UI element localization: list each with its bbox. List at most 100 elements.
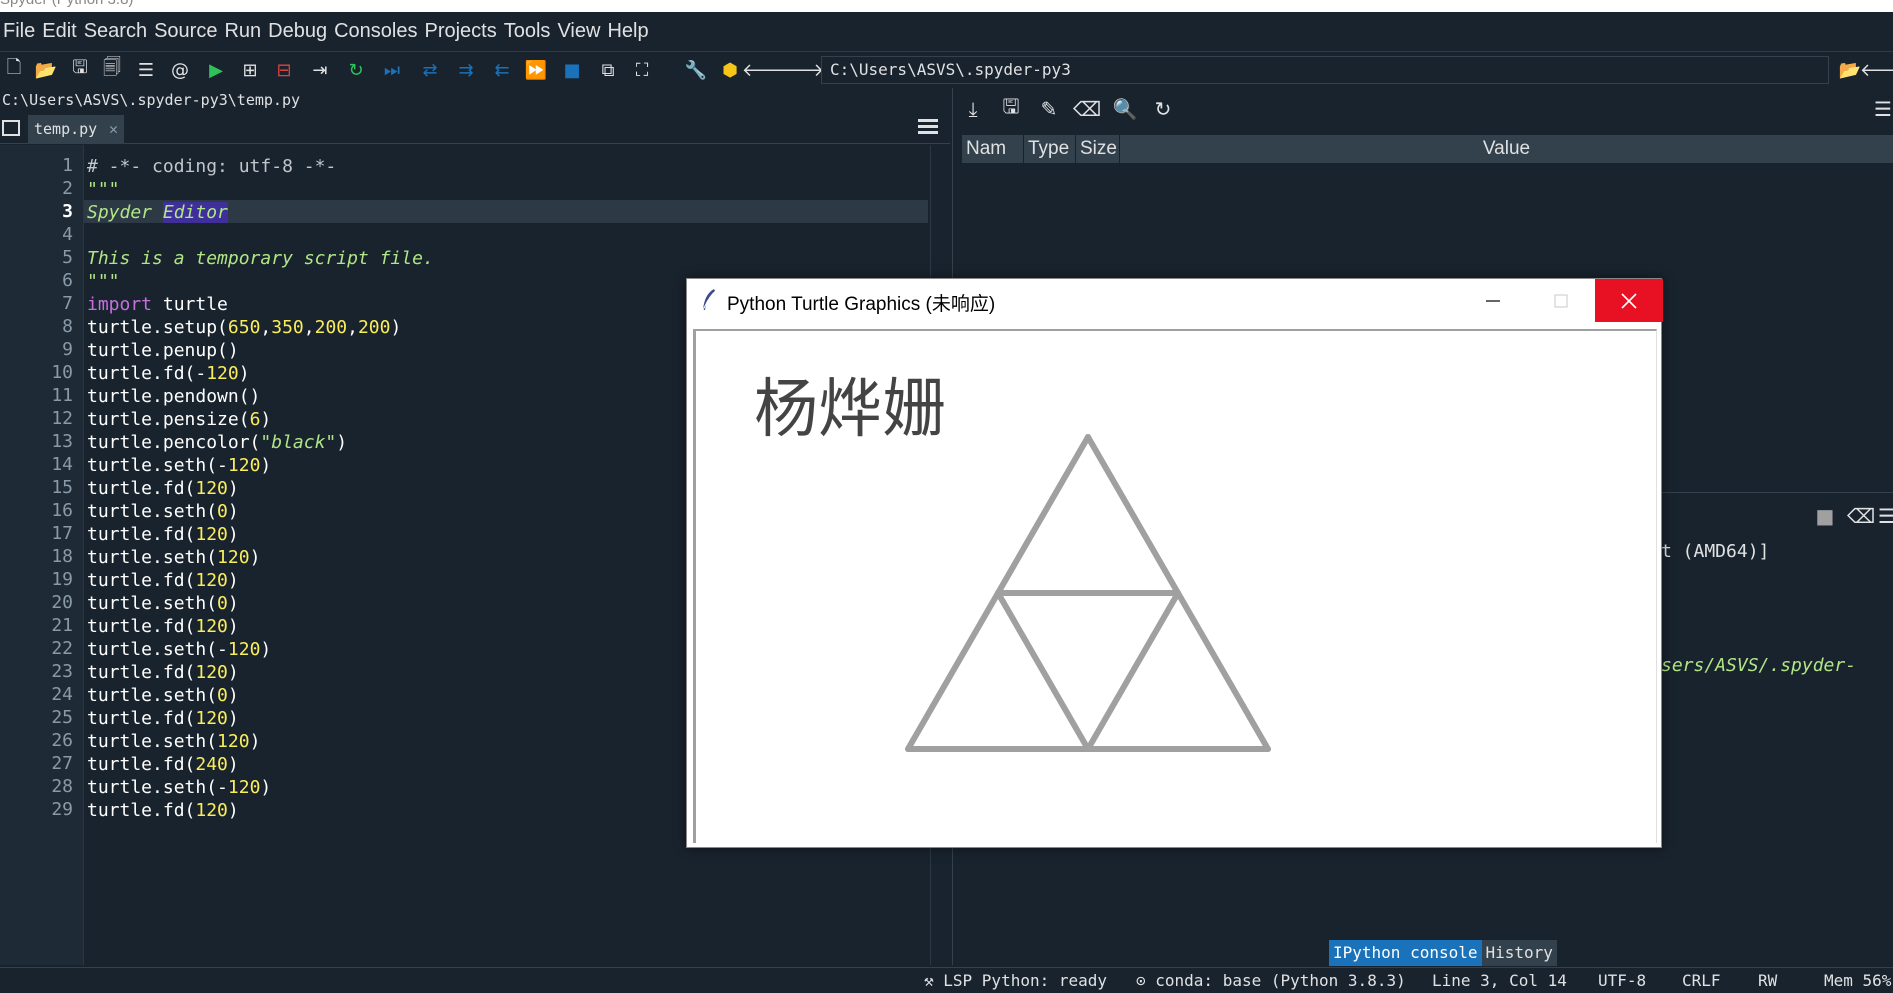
- eraser-icon[interactable]: ⌫: [1073, 96, 1101, 122]
- at-icon[interactable]: @: [168, 58, 192, 82]
- code-line[interactable]: Spyder Editor: [87, 201, 228, 224]
- continue-icon[interactable]: ⏩: [524, 58, 548, 82]
- minimize-button[interactable]: [1459, 279, 1527, 322]
- import-data-icon[interactable]: ⤓: [960, 96, 986, 122]
- save-data-icon[interactable]: 🖫: [998, 94, 1024, 122]
- turtle-graphics-window[interactable]: Python Turtle Graphics (未响应) 杨烨姗: [686, 278, 1663, 848]
- menu-view[interactable]: View: [554, 20, 604, 43]
- refresh-icon[interactable]: ↻: [1150, 96, 1176, 122]
- code-line[interactable]: turtle.fd(120): [87, 799, 239, 822]
- run-cell-advance-icon[interactable]: ⊟: [272, 58, 296, 82]
- minimize-icon: [1486, 299, 1500, 302]
- fullscreen-icon[interactable]: ⛶: [630, 58, 654, 82]
- line-number: 29: [51, 799, 73, 820]
- code-line[interactable]: turtle.fd(240): [87, 753, 239, 776]
- tab-history[interactable]: History: [1481, 940, 1557, 966]
- code-line[interactable]: turtle.pencolor("black"): [87, 431, 347, 454]
- menu-run[interactable]: Run: [221, 20, 265, 43]
- forward-icon[interactable]: 🡒: [776, 58, 824, 82]
- save-icon[interactable]: 🖫: [68, 57, 92, 82]
- code-line[interactable]: """: [87, 178, 120, 201]
- code-line[interactable]: # -*- coding: utf-8 -*-: [87, 155, 336, 178]
- code-line[interactable]: turtle.penup(): [87, 339, 239, 362]
- code-line[interactable]: turtle.seth(120): [87, 730, 260, 753]
- code-line[interactable]: turtle.seth(-120): [87, 454, 271, 477]
- outline-icon[interactable]: ☰: [134, 58, 158, 82]
- step-into-icon[interactable]: ⇉: [454, 58, 478, 82]
- code-line[interactable]: This is a temporary script file.: [87, 247, 434, 270]
- search-icon[interactable]: 🔍: [1112, 96, 1138, 122]
- new-file-icon[interactable]: 🗋: [2, 57, 26, 82]
- code-token: 120: [227, 455, 261, 476]
- menu-edit[interactable]: Edit: [39, 20, 80, 43]
- code-line[interactable]: turtle.seth(0): [87, 500, 239, 523]
- rerun-icon[interactable]: ↻: [344, 58, 368, 82]
- code-line[interactable]: turtle.seth(0): [87, 684, 239, 707]
- code-line[interactable]: """: [87, 270, 120, 293]
- menu-help[interactable]: Help: [604, 20, 652, 43]
- code-line[interactable]: turtle.fd(-120): [87, 362, 250, 385]
- working-directory-input[interactable]: C:\Users\ASVS\.spyder-py3: [821, 56, 1829, 84]
- code-line[interactable]: turtle.seth(-120): [87, 776, 271, 799]
- code-line[interactable]: turtle.seth(0): [87, 592, 239, 615]
- close-button[interactable]: [1595, 279, 1663, 322]
- column-size[interactable]: Size: [1076, 135, 1120, 163]
- options-menu-icon[interactable]: ☰: [1870, 96, 1893, 122]
- column-type[interactable]: Type: [1024, 135, 1076, 163]
- code-line[interactable]: import turtle: [87, 293, 228, 316]
- menu-file[interactable]: File: [0, 20, 39, 43]
- code-token: ): [260, 409, 272, 430]
- open-file-icon[interactable]: 📂: [34, 58, 58, 82]
- code-line[interactable]: turtle.fd(120): [87, 523, 239, 546]
- run-selection-icon[interactable]: ⇥: [308, 58, 332, 82]
- column-value[interactable]: Value: [1120, 135, 1893, 163]
- code-line[interactable]: turtle.pendown(): [87, 385, 260, 408]
- code-line[interactable]: turtle.fd(120): [87, 615, 239, 638]
- step-icon[interactable]: ⇄: [418, 58, 442, 82]
- menu-consoles[interactable]: Consoles: [331, 20, 421, 43]
- debug-icon[interactable]: ⏭: [380, 58, 404, 82]
- code-token: turtle.seth(: [87, 547, 218, 568]
- file-browser-icon[interactable]: [2, 120, 20, 136]
- tab-ipython-console[interactable]: IPython console: [1329, 940, 1482, 966]
- menu-search[interactable]: Search: [81, 20, 151, 43]
- save-data-as-icon[interactable]: ✎: [1036, 96, 1062, 122]
- run-cell-icon[interactable]: ⊞: [238, 58, 262, 82]
- code-line[interactable]: turtle.seth(-120): [87, 638, 271, 661]
- turtle-window-titlebar[interactable]: Python Turtle Graphics (未响应): [687, 279, 1663, 322]
- code-line[interactable]: turtle.fd(120): [87, 477, 239, 500]
- maximize-pane-icon[interactable]: ⧉: [596, 58, 620, 82]
- turtle-canvas[interactable]: 杨烨姗: [693, 329, 1657, 843]
- maximize-button[interactable]: [1527, 279, 1595, 322]
- tab-temp-py[interactable]: temp.py ✕: [28, 115, 124, 143]
- code-line[interactable]: turtle.fd(120): [87, 569, 239, 592]
- column-name[interactable]: Nam: [962, 135, 1024, 163]
- stop-kernel-icon[interactable]: ■: [1812, 503, 1838, 529]
- console-menu-icon[interactable]: ☰: [1874, 503, 1893, 529]
- code-line[interactable]: turtle.setup(650,350,200,200): [87, 316, 401, 339]
- code-token: ,: [347, 317, 358, 338]
- save-all-icon[interactable]: 🗐: [100, 57, 124, 82]
- run-icon[interactable]: ▶: [204, 58, 228, 82]
- step-return-icon[interactable]: ⇇: [490, 58, 514, 82]
- menu-source[interactable]: Source: [151, 20, 221, 43]
- browse-folder-icon[interactable]: 📂: [1838, 58, 1862, 82]
- hamburger-menu-icon[interactable]: [918, 119, 938, 137]
- line-number: 23: [51, 661, 73, 682]
- code-line[interactable]: turtle.pensize(6): [87, 408, 271, 431]
- menu-projects[interactable]: Projects: [421, 20, 500, 43]
- menu-debug[interactable]: Debug: [265, 20, 331, 43]
- menu-tools[interactable]: Tools: [501, 20, 555, 43]
- python-path-icon[interactable]: ⬢: [718, 58, 742, 82]
- stop-icon[interactable]: ■: [560, 58, 584, 82]
- wrench-icon[interactable]: 🔧: [684, 58, 708, 82]
- parent-dir-icon[interactable]: 🡐: [1860, 58, 1893, 82]
- code-line[interactable]: turtle.fd(120): [87, 661, 239, 684]
- back-icon[interactable]: 🡐: [742, 58, 790, 82]
- code-line[interactable]: turtle.seth(120): [87, 546, 260, 569]
- close-icon[interactable]: ✕: [109, 115, 118, 143]
- window-titlebar: Spyder (Python 3.8): [0, 0, 1893, 12]
- clear-console-icon[interactable]: ⌫: [1847, 503, 1875, 529]
- code-token: 120: [195, 662, 228, 683]
- code-line[interactable]: turtle.fd(120): [87, 707, 239, 730]
